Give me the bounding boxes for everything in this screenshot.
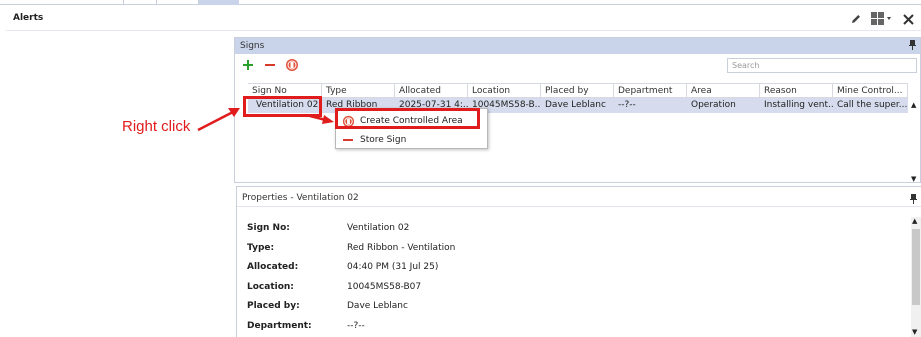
- remove-sign-button[interactable]: [262, 57, 278, 73]
- plus-icon: [243, 60, 253, 70]
- create-controlled-area-button[interactable]: [284, 57, 300, 73]
- cell-area[interactable]: Operation: [687, 98, 760, 113]
- column-header[interactable]: Area: [687, 84, 760, 97]
- minus-icon: [336, 134, 360, 146]
- divider: [6, 30, 921, 31]
- property-label: Department:: [247, 320, 312, 331]
- add-sign-button[interactable]: [240, 57, 256, 73]
- property-label: Placed by:: [247, 301, 300, 311]
- column-header[interactable]: Department: [614, 84, 687, 97]
- menu-item-label: Store Sign: [360, 135, 407, 145]
- highlight-box-menu-item: [335, 108, 480, 129]
- tab[interactable]: [157, 0, 199, 5]
- edit-pencil-icon[interactable]: [849, 12, 863, 26]
- cell-reason[interactable]: Installing vent...: [760, 98, 833, 113]
- column-header[interactable]: Allocated: [395, 84, 468, 97]
- scroll-thumb[interactable]: [912, 229, 920, 305]
- cell-mine-control[interactable]: Call the super...: [833, 98, 908, 113]
- signs-title: Signs: [240, 41, 265, 51]
- pin-icon[interactable]: [909, 40, 916, 53]
- property-value: --?--: [347, 320, 365, 331]
- scroll-up-icon[interactable]: ▲: [912, 217, 917, 225]
- column-header[interactable]: Location: [468, 84, 541, 97]
- signs-toolbar: Search: [235, 54, 920, 76]
- properties-panel: Properties - Ventilation 02 Sign No: Ven…: [236, 186, 921, 337]
- tab[interactable]: [0, 0, 124, 5]
- tab-strip: [0, 0, 921, 5]
- panel-tools: [849, 11, 915, 27]
- property-label: Sign No:: [247, 223, 290, 233]
- column-header[interactable]: Reason: [760, 84, 833, 97]
- property-value: Dave Leblanc: [347, 301, 408, 311]
- properties-header: Properties - Ventilation 02: [237, 187, 921, 207]
- minus-icon: [265, 64, 275, 66]
- annotation-label: Right click: [122, 118, 191, 135]
- property-label: Location:: [247, 281, 294, 292]
- column-header[interactable]: Placed by: [541, 84, 614, 97]
- scroll-up-icon[interactable]: ▲: [911, 101, 916, 109]
- properties-scrollbar[interactable]: ▲ ▼: [911, 217, 921, 337]
- pin-icon[interactable]: [910, 191, 917, 213]
- properties-title: Properties - Ventilation 02: [242, 193, 359, 203]
- panel-title: Alerts: [13, 13, 44, 23]
- cell-department[interactable]: --?--: [614, 98, 687, 113]
- property-value: Red Ribbon - Ventilation: [347, 242, 456, 253]
- property-value: 04:40 PM (31 Jul 25): [347, 262, 439, 272]
- grid-scrollbar[interactable]: ▲ ▼: [910, 99, 919, 183]
- scroll-down-icon[interactable]: ▼: [912, 328, 917, 336]
- search-input[interactable]: Search: [727, 58, 917, 73]
- tab-active[interactable]: [199, 0, 239, 5]
- tab[interactable]: [124, 0, 157, 5]
- property-label: Allocated:: [247, 262, 299, 272]
- column-header[interactable]: Mine Control...: [833, 84, 908, 97]
- scroll-down-icon[interactable]: ▼: [911, 175, 916, 183]
- close-icon[interactable]: [901, 12, 915, 26]
- highlight-box-sign-cell: [243, 96, 322, 117]
- column-header[interactable]: Type: [322, 84, 395, 97]
- property-value: 10045MS58-B07: [347, 281, 422, 292]
- property-label: Type:: [247, 242, 275, 253]
- cell-placed-by[interactable]: Dave Leblanc: [541, 98, 614, 113]
- property-value: Ventilation 02: [347, 223, 410, 233]
- menu-item-store-sign[interactable]: Store Sign: [336, 131, 487, 149]
- signs-header: Signs: [235, 38, 920, 54]
- grid-header: Sign No Type Allocated Location Placed b…: [248, 83, 908, 98]
- layout-grid-icon[interactable]: [871, 12, 893, 26]
- controlled-area-icon: [286, 59, 298, 71]
